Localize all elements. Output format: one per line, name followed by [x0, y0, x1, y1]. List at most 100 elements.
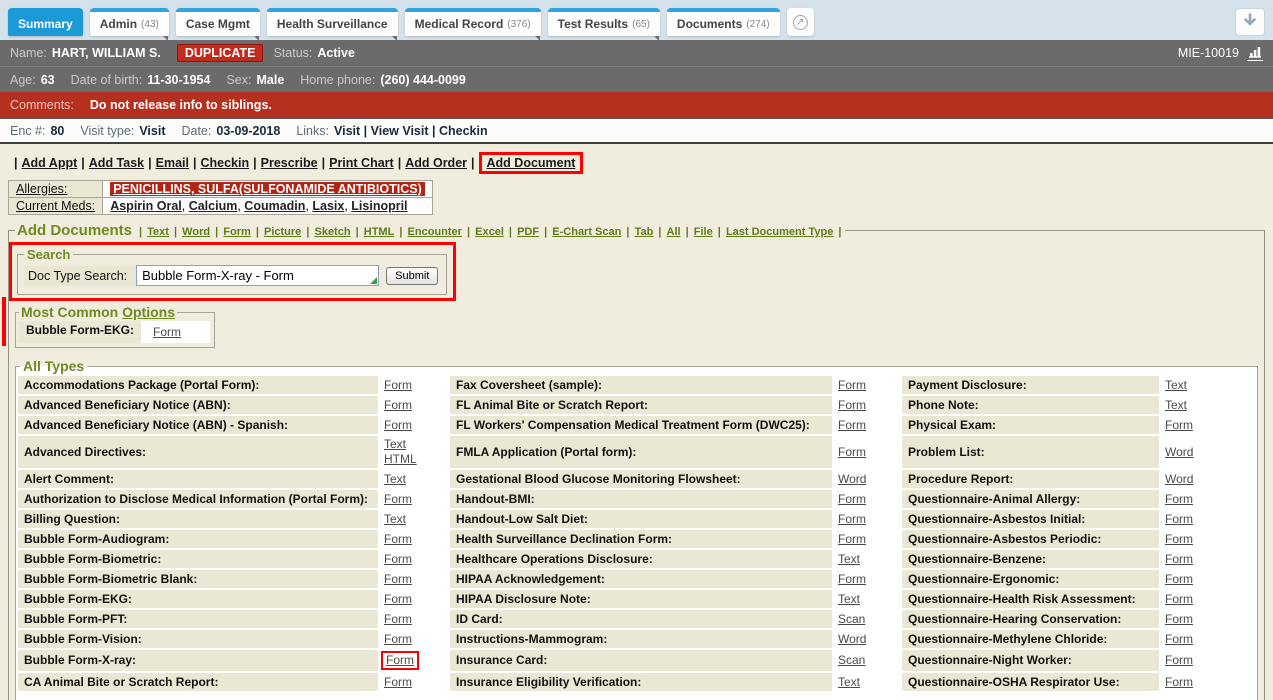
options-link[interactable]: Options: [122, 304, 175, 320]
add-doc-link-encounter[interactable]: Encounter: [408, 226, 462, 238]
current-meds-label-link[interactable]: Current Meds:: [16, 199, 95, 213]
doc-link-insurance-card-scan[interactable]: Scan: [838, 653, 865, 668]
tab-case-mgmt[interactable]: Case Mgmt: [176, 8, 260, 36]
doc-link-bubble-form-pft-form[interactable]: Form: [384, 612, 412, 627]
med-link-coumadin[interactable]: Coumadin: [244, 199, 305, 213]
tab-admin[interactable]: Admin(43): [90, 8, 169, 36]
add-doc-link-file[interactable]: File: [694, 226, 713, 238]
doc-link-bubble-form-ekg-form[interactable]: Form: [384, 592, 412, 607]
action-link-add-task[interactable]: Add Task: [89, 156, 144, 170]
doc-link-alert-comment-text[interactable]: Text: [384, 472, 406, 487]
add-doc-link-excel[interactable]: Excel: [475, 226, 504, 238]
add-doc-link-all[interactable]: All: [667, 226, 681, 238]
doc-link-bubble-form-audiogram-form[interactable]: Form: [384, 532, 412, 547]
doc-link-questionnaire-methylene-chloride-form[interactable]: Form: [1165, 632, 1193, 647]
add-doc-link-last-document-type[interactable]: Last Document Type: [726, 226, 833, 238]
add-doc-link-word[interactable]: Word: [182, 226, 210, 238]
duplicate-badge[interactable]: DUPLICATE: [177, 44, 264, 62]
action-link-print-chart[interactable]: Print Chart: [329, 156, 394, 170]
doc-link-id-card-scan[interactable]: Scan: [838, 612, 865, 627]
doc-link-bubble-form-biometric-form[interactable]: Form: [384, 552, 412, 567]
doc-link-phone-note-text[interactable]: Text: [1165, 398, 1187, 413]
submit-button[interactable]: Submit: [386, 267, 438, 285]
collapse-header-button[interactable]: [1235, 8, 1265, 36]
med-link-aspirin-oral[interactable]: Aspirin Oral: [110, 199, 182, 213]
doc-link-bubble-form-x-ray-form[interactable]: Form: [381, 651, 419, 670]
doc-type-links: Form: [1161, 570, 1219, 588]
doc-link-questionnaire-health-risk-assessment-form[interactable]: Form: [1165, 592, 1193, 607]
add-doc-link-html[interactable]: HTML: [364, 226, 395, 238]
doc-link-authorization-to-disclose-medical-information-portal-form-form[interactable]: Form: [384, 492, 412, 507]
action-link-checkin[interactable]: Checkin: [200, 156, 249, 170]
add-doc-link-e-chart-scan[interactable]: E-Chart Scan: [552, 226, 621, 238]
doc-link-fax-coversheet-sample-form[interactable]: Form: [838, 378, 866, 393]
add-doc-link-picture[interactable]: Picture: [264, 226, 301, 238]
tab-summary[interactable]: Summary: [8, 8, 83, 36]
tab-dropdown-corner-icon[interactable]: [163, 36, 168, 41]
add-doc-link-sketch[interactable]: Sketch: [314, 226, 350, 238]
doc-link-advanced-directives-text[interactable]: Text: [384, 437, 406, 452]
add-doc-link-pdf[interactable]: PDF: [517, 226, 539, 238]
med-link-lisinopril[interactable]: Lisinopril: [351, 199, 407, 213]
doc-link-advanced-beneficiary-notice-abn-spanish-form[interactable]: Form: [384, 418, 412, 433]
doc-link-handout-bmi-form[interactable]: Form: [838, 492, 866, 507]
doc-type-search-input[interactable]: [136, 265, 379, 286]
doc-link-billing-question-text[interactable]: Text: [384, 512, 406, 527]
doc-link-accommodations-package-portal-form-form[interactable]: Form: [384, 378, 412, 393]
tab-documents[interactable]: Documents(274): [667, 8, 780, 36]
add-doc-link-text[interactable]: Text: [147, 226, 169, 238]
allergy-value-link[interactable]: PENICILLINS, SULFA(SULFONAMIDE ANTIBIOTI…: [110, 182, 425, 196]
doc-link-healthcare-operations-disclosure-text[interactable]: Text: [838, 552, 860, 567]
encounter-link-visit[interactable]: Visit: [334, 124, 360, 138]
doc-link-questionnaire-night-worker-form[interactable]: Form: [1165, 653, 1193, 668]
tab-health-surveillance[interactable]: Health Surveillance: [267, 8, 398, 36]
doc-link-fl-animal-bite-or-scratch-report-form[interactable]: Form: [838, 398, 866, 413]
action-link-prescribe[interactable]: Prescribe: [261, 156, 318, 170]
action-link-add-order[interactable]: Add Order: [405, 156, 467, 170]
action-link-add-appt[interactable]: Add Appt: [22, 156, 78, 170]
doc-link-questionnaire-benzene-form[interactable]: Form: [1165, 552, 1193, 567]
doc-link-questionnaire-animal-allergy-form[interactable]: Form: [1165, 492, 1193, 507]
med-link-calcium[interactable]: Calcium: [189, 199, 238, 213]
doc-link-advanced-beneficiary-notice-abn-form[interactable]: Form: [384, 398, 412, 413]
doc-link-questionnaire-ergonomic-form[interactable]: Form: [1165, 572, 1193, 587]
doc-link-instructions-mammogram-word[interactable]: Word: [838, 632, 866, 647]
doc-link-fmla-application-portal-form-form[interactable]: Form: [838, 445, 866, 460]
bar-chart-icon[interactable]: [1247, 45, 1263, 61]
doc-link-procedure-report-word[interactable]: Word: [1165, 472, 1193, 487]
tab-medical-record[interactable]: Medical Record(376): [405, 8, 541, 36]
doc-link-fl-workers-compensation-medical-treatment-form-dwc25-form[interactable]: Form: [838, 418, 866, 433]
doc-link-payment-disclosure-text[interactable]: Text: [1165, 378, 1187, 393]
doc-link-form[interactable]: Form: [153, 325, 181, 339]
encounter-link-checkin[interactable]: Checkin: [439, 124, 488, 138]
doc-link-gestational-blood-glucose-monitoring-flowsheet-word[interactable]: Word: [838, 472, 866, 487]
doc-link-bubble-form-biometric-blank-form[interactable]: Form: [384, 572, 412, 587]
doc-link-bubble-form-vision-form[interactable]: Form: [384, 632, 412, 647]
doc-link-ca-animal-bite-or-scratch-report-form[interactable]: Form: [384, 675, 412, 690]
doc-link-physical-exam-form[interactable]: Form: [1165, 418, 1193, 433]
doc-link-problem-list-word[interactable]: Word: [1165, 445, 1193, 460]
doc-link-insurance-eligibility-verification-text[interactable]: Text: [838, 675, 860, 690]
add-doc-link-form[interactable]: Form: [223, 226, 251, 238]
tab-test-results[interactable]: Test Results(65): [548, 8, 660, 36]
tab-dropdown-corner-icon[interactable]: [254, 36, 259, 41]
action-link-email[interactable]: Email: [156, 156, 189, 170]
doc-link-hipaa-disclosure-note-text[interactable]: Text: [838, 592, 860, 607]
doc-link-questionnaire-asbestos-initial-form[interactable]: Form: [1165, 512, 1193, 527]
doc-link-questionnaire-osha-respirator-use-form[interactable]: Form: [1165, 675, 1193, 690]
tab-dropdown-corner-icon[interactable]: [535, 36, 540, 41]
doc-link-health-surveillance-declination-form-form[interactable]: Form: [838, 532, 866, 547]
tab-dropdown-corner-icon[interactable]: [392, 36, 397, 41]
doc-link-questionnaire-asbestos-periodic-form[interactable]: Form: [1165, 532, 1193, 547]
documents-external-button[interactable]: ↗: [787, 8, 814, 36]
allergies-label-link[interactable]: Allergies:: [16, 182, 67, 196]
tab-dropdown-corner-icon[interactable]: [654, 36, 659, 41]
add-doc-link-tab[interactable]: Tab: [635, 226, 654, 238]
med-link-lasix[interactable]: Lasix: [312, 199, 344, 213]
action-link-add-document[interactable]: Add Document: [487, 156, 576, 170]
doc-link-advanced-directives-html[interactable]: HTML: [384, 452, 417, 467]
doc-link-handout-low-salt-diet-form[interactable]: Form: [838, 512, 866, 527]
doc-link-questionnaire-hearing-conservation-form[interactable]: Form: [1165, 612, 1193, 627]
encounter-link-view-visit[interactable]: View Visit: [371, 124, 429, 138]
doc-link-hipaa-acknowledgement-form[interactable]: Form: [838, 572, 866, 587]
